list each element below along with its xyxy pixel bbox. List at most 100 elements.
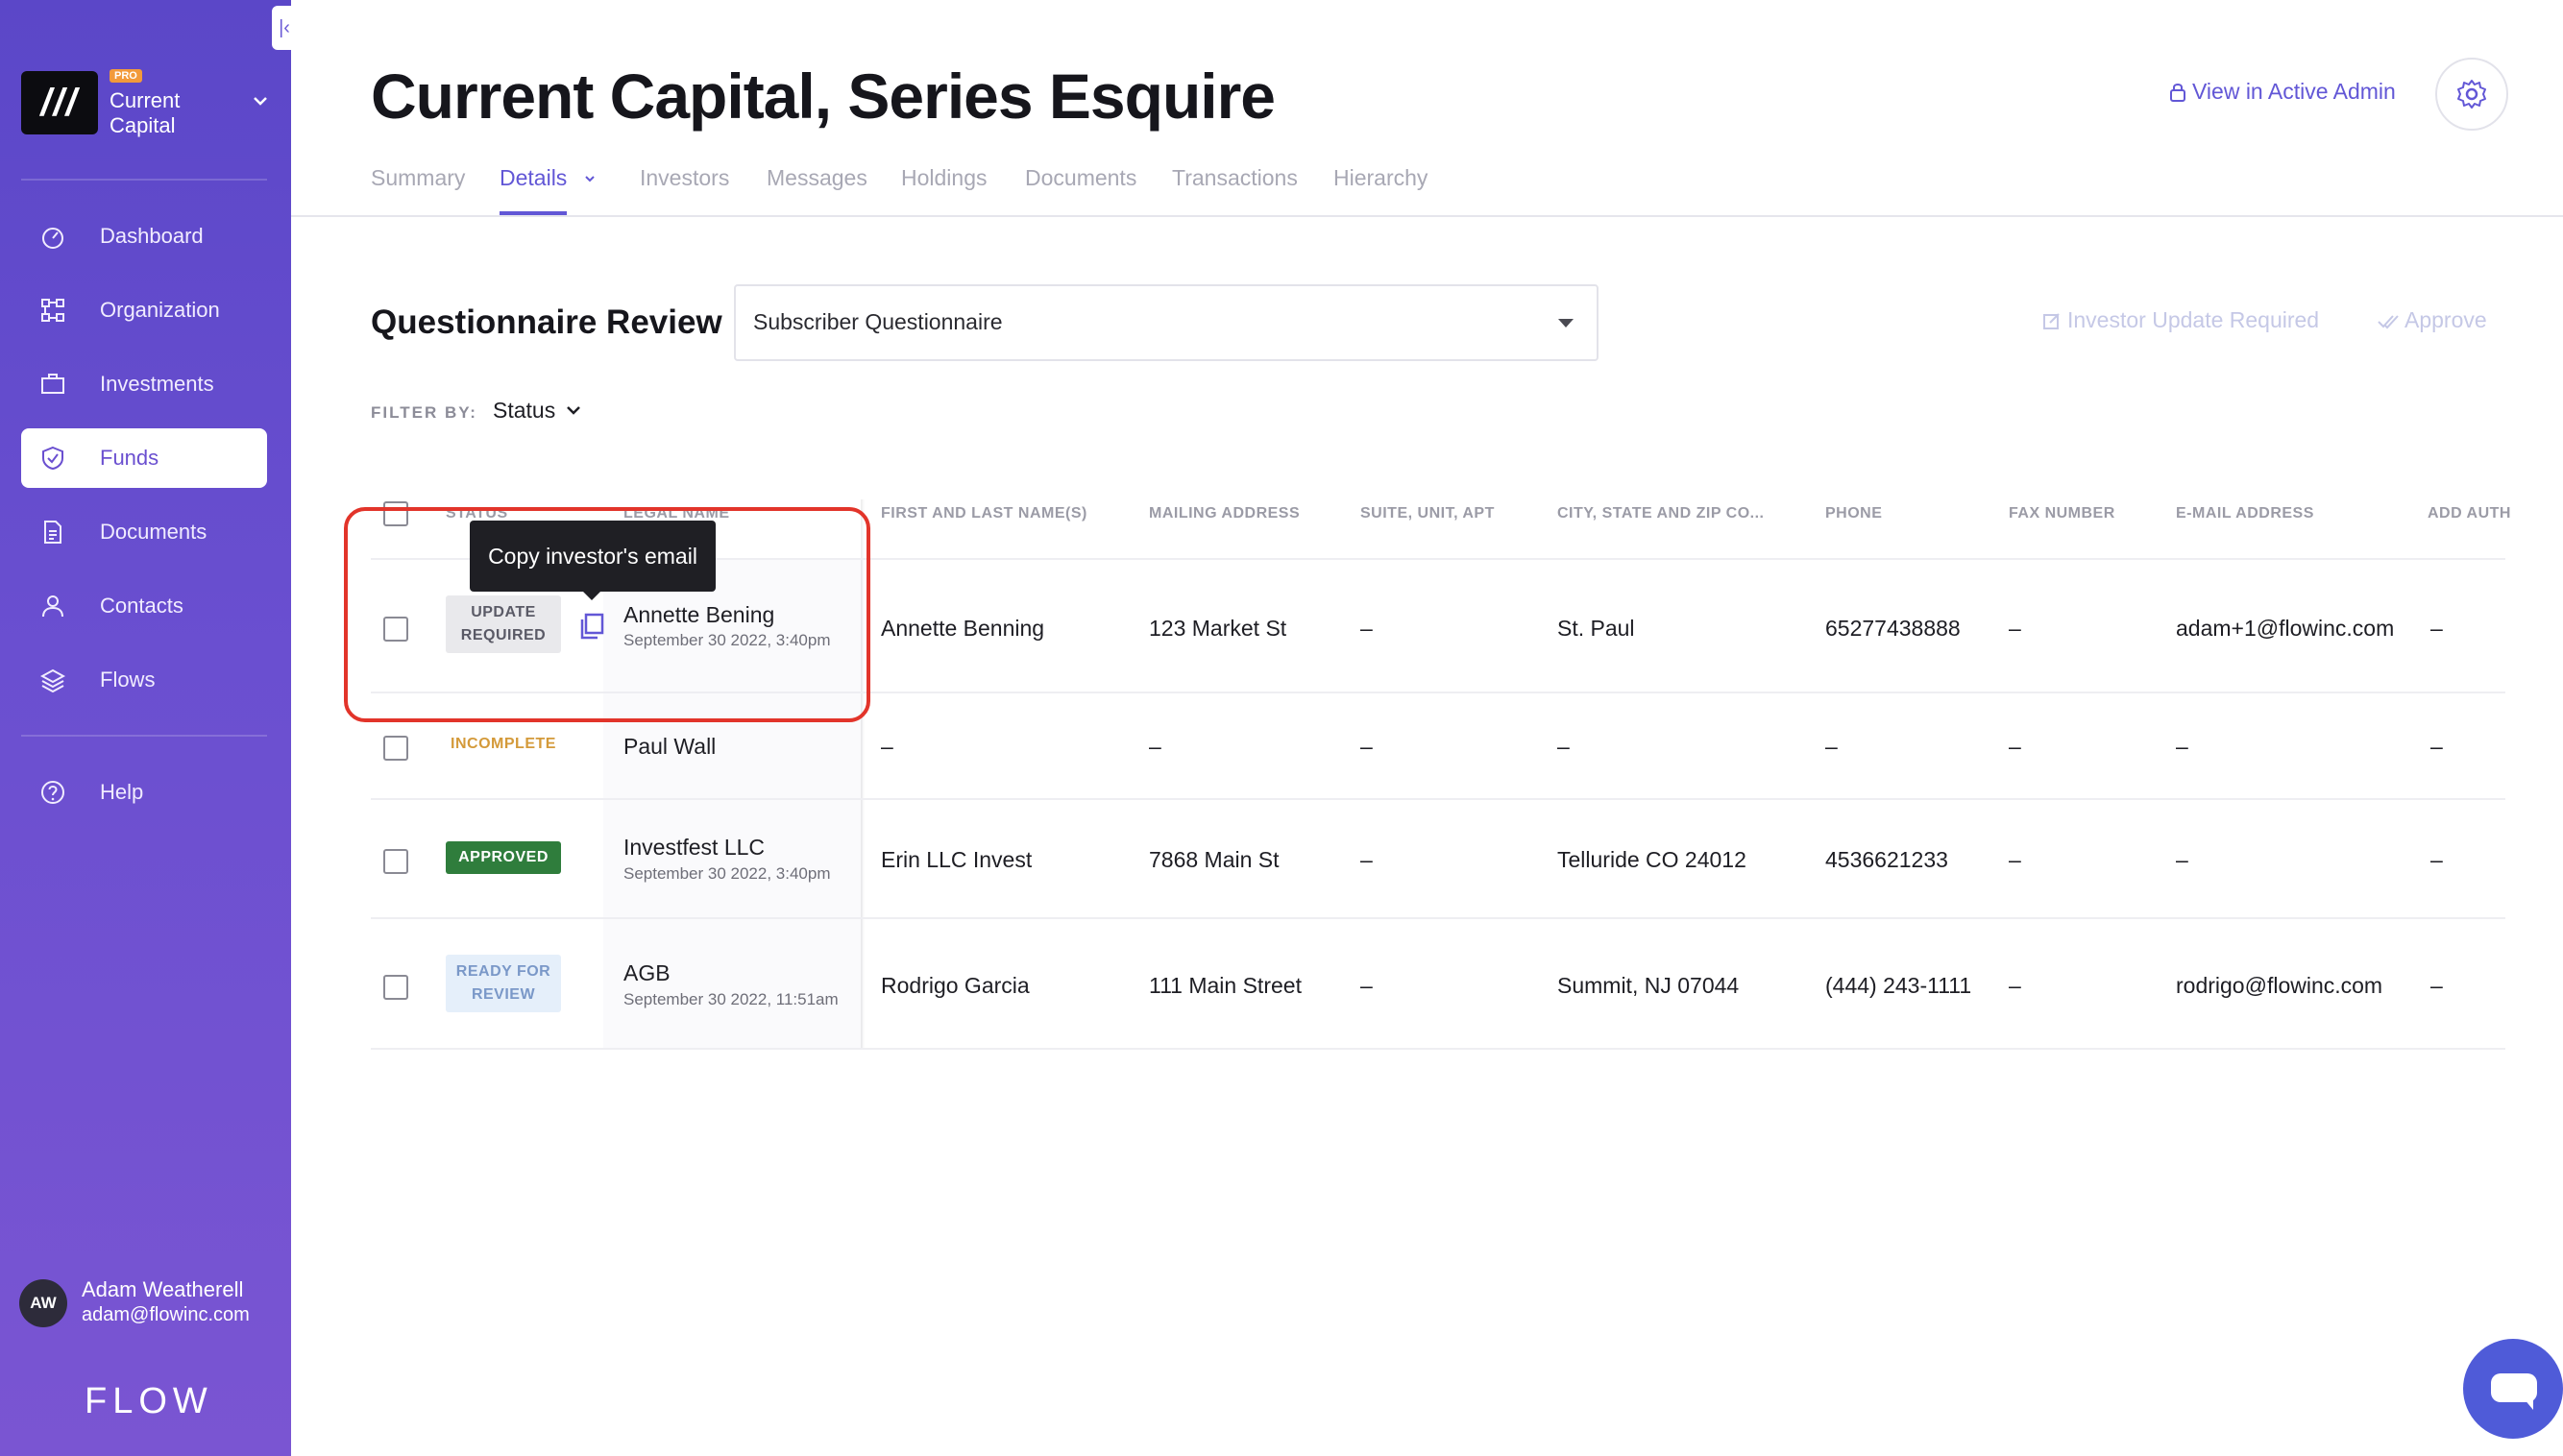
user-name: Adam Weatherell [82,1277,244,1301]
questionnaire-select-value: Subscriber Questionnaire [753,309,1003,334]
status-filter-dropdown[interactable]: Status [493,398,555,424]
view-in-active-admin-link[interactable]: View in Active Admin [2169,79,2396,105]
add-auth: – [2430,616,2443,641]
user-profile[interactable]: AW Adam Weatherell adam@flowinc.com [19,1275,279,1333]
briefcase-icon [41,374,64,394]
sidebar-item-contacts[interactable]: Contacts [21,576,267,636]
fax: – [2009,973,2021,998]
row-checkbox[interactable] [383,975,408,1000]
gear-icon [2457,80,2486,109]
submitted-date: September 30 2022, 11:51am [623,990,839,1008]
collapse-sidebar-button[interactable]: |‹ [272,6,297,50]
user-email: adam@flowinc.com [82,1304,250,1325]
fax: – [2009,734,2021,759]
chevron-down-icon [252,90,269,115]
question-icon [41,781,64,804]
first-last-name: Erin LLC Invest [881,847,1033,872]
first-last-name: Rodrigo Garcia [881,973,1030,998]
sidebar: /// PRO Current Capital Dashboard Organi… [0,0,291,1456]
add-auth: – [2430,847,2443,872]
investor-update-required-button[interactable]: Investor Update Required [2042,307,2319,333]
first-last-name: Annette Benning [881,616,1045,641]
filter-label: FILTER BY: [371,403,477,422]
phone: – [1825,734,1838,759]
column-header[interactable]: E-MAIL ADDRESS [2176,505,2314,522]
chat-launcher-button[interactable] [2463,1339,2563,1439]
status-badge-line: READY FOR [455,963,551,980]
layers-icon [40,668,65,692]
row-checkbox[interactable] [383,736,408,761]
flow-logo: FLOW [85,1381,213,1421]
column-header[interactable]: FAX NUMBER [2009,505,2115,522]
document-icon [44,521,61,544]
tab-holdings[interactable]: Holdings [901,165,988,191]
sidebar-item-organization[interactable]: Organization [21,280,267,340]
tab-hierarchy[interactable]: Hierarchy [1333,165,1428,191]
approve-button[interactable]: Approve [2378,307,2487,333]
org-switcher[interactable]: /// PRO Current Capital [21,69,271,137]
email: – [2176,847,2188,872]
city-state-zip: St. Paul [1557,616,1635,641]
sidebar-item-funds[interactable]: Funds [21,428,267,488]
approve-label: Approve [2404,307,2487,332]
chevron-down-icon [584,176,595,182]
tab-documents[interactable]: Documents [1025,165,1136,191]
row-divider [371,798,2505,800]
city-state-zip: Telluride CO 24012 [1557,847,1746,872]
tab-transactions[interactable]: Transactions [1172,165,1298,191]
sidebar-item-flows[interactable]: Flows [21,650,267,710]
avatar: AW [19,1279,67,1327]
tab-messages[interactable]: Messages [767,165,867,191]
status-badge: APPROVED [446,841,561,874]
org-chart-icon [41,299,64,322]
sidebar-item-dashboard[interactable]: Dashboard [21,206,267,266]
page-title: Current Capital, Series Esquire [371,61,1276,132]
status-badge: INCOMPLETE [451,736,556,752]
sidebar-item-label: Funds [100,446,159,470]
status-badge: READY FOR REVIEW [446,955,561,1012]
tab-details-label: Details [500,165,568,190]
header-divider [291,215,2563,217]
submitted-date: September 30 2022, 3:40pm [623,864,831,883]
sidebar-item-label: Flows [100,667,156,692]
sidebar-item-label: Investments [100,372,214,396]
sidebar-item-help[interactable]: Help [21,763,267,822]
sidebar-item-documents[interactable]: Documents [21,502,267,562]
chevron-down-icon[interactable] [565,403,582,419]
questionnaire-select[interactable]: Subscriber Questionnaire [734,284,1599,361]
column-header[interactable]: CITY, STATE AND ZIP CO... [1557,505,1764,522]
double-check-icon [2378,315,2399,329]
section-title: Questionnaire Review [371,303,722,341]
sidebar-item-label: Organization [100,298,220,322]
mailing-address: 7868 Main St [1149,847,1280,872]
admin-link-label: View in Active Admin [2192,79,2396,104]
legal-name: Investfest LLC [623,835,766,860]
mailing-address: – [1149,734,1161,759]
column-header[interactable]: FIRST AND LAST NAME(S) [881,505,1087,522]
edit-icon [2043,313,2060,329]
sidebar-divider [21,735,267,737]
suite: – [1360,616,1373,641]
sidebar-item-investments[interactable]: Investments [21,354,267,414]
tab-summary[interactable]: Summary [371,165,465,191]
legal-name: AGB [623,960,671,985]
column-header[interactable]: MAILING ADDRESS [1149,505,1300,522]
person-icon [42,595,63,618]
tab-details[interactable]: Details [500,165,597,191]
column-header[interactable]: SUITE, UNIT, APT [1360,505,1495,522]
row-checkbox[interactable] [383,849,408,874]
org-name: Current Capital [110,88,181,137]
sidebar-item-label: Contacts [100,594,183,618]
gauge-icon [42,228,63,249]
row-divider [371,917,2505,919]
sidebar-item-label: Dashboard [100,224,204,248]
settings-button[interactable] [2435,58,2508,131]
column-header[interactable]: ADD AUTH [2428,505,2511,522]
phone: 4536621233 [1825,847,1948,872]
tab-investors[interactable]: Investors [640,165,729,191]
lock-icon [2170,84,2185,102]
fax: – [2009,847,2021,872]
column-header[interactable]: PHONE [1825,505,1882,522]
legal-name: Paul Wall [623,734,717,759]
caret-down-icon [1558,319,1574,328]
